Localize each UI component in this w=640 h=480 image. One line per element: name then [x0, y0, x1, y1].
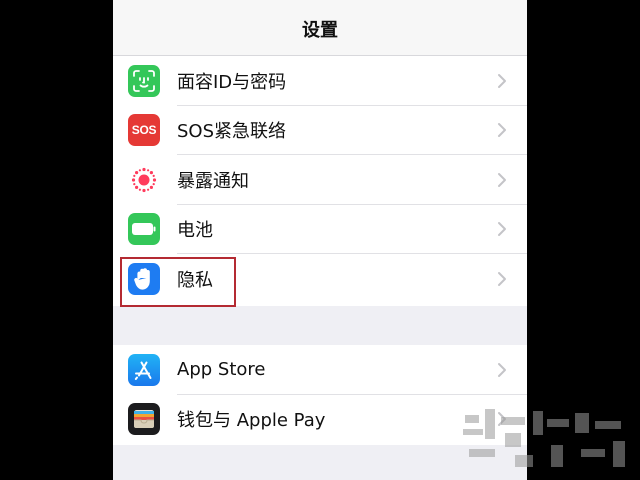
exposure-notification-icon: [128, 163, 160, 196]
settings-item-face-id[interactable]: 面容ID与密码: [113, 56, 527, 106]
settings-item-label: App Store: [177, 359, 266, 381]
settings-item-label: 钱包与 Apple Pay: [177, 410, 326, 432]
privacy-highlight-box: [120, 257, 236, 307]
chevron-right-icon: [498, 271, 506, 286]
settings-item-label: 电池: [177, 220, 213, 242]
settings-item-battery[interactable]: 电池: [113, 205, 527, 255]
page-title: 设置: [302, 20, 338, 41]
settings-item-app-store[interactable]: App Store: [113, 345, 527, 395]
battery-icon: [128, 213, 160, 246]
chevron-right-icon: [498, 222, 506, 237]
settings-item-exposure-notifications[interactable]: 暴露通知: [113, 155, 527, 205]
chevron-right-icon: [498, 73, 506, 88]
settings-item-label: 面容ID与密码: [177, 71, 287, 93]
settings-item-label: SOS紧急联络: [177, 121, 287, 143]
settings-item-emergency-sos[interactable]: SOS SOS紧急联络: [113, 106, 527, 156]
face-id-icon: [128, 64, 160, 97]
settings-item-label: 暴露通知: [177, 170, 249, 192]
sos-icon: SOS: [128, 114, 160, 147]
chevron-right-icon: [498, 123, 506, 138]
app-store-icon: [128, 353, 160, 386]
chevron-right-icon: [498, 172, 506, 187]
navigation-bar: 设置: [113, 0, 527, 56]
wallet-icon: [128, 403, 160, 436]
chevron-right-icon: [498, 362, 506, 377]
watermark: [455, 405, 640, 480]
